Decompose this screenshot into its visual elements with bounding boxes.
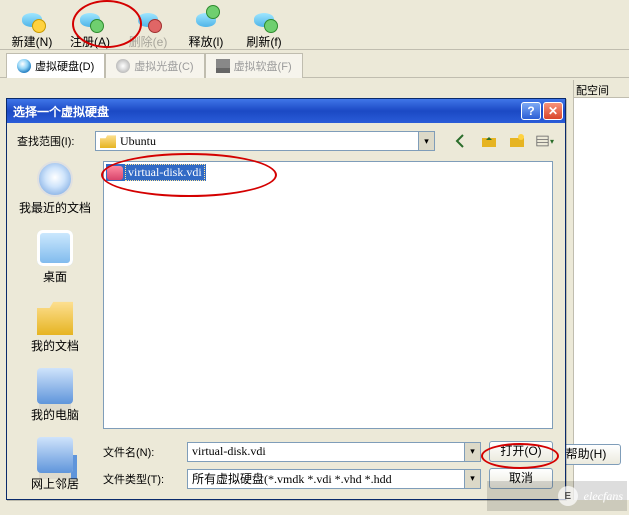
place-label: 我的文档 xyxy=(17,337,93,354)
dialog-bottom: 文件名(N): virtual-disk.vdi 打开(O) 文件类型(T): … xyxy=(103,435,553,489)
place-label: 网上邻居 xyxy=(17,475,93,492)
floppy-icon xyxy=(216,59,230,73)
tab-virtual-optical[interactable]: 虚拟光盘(C) xyxy=(105,53,204,78)
release-button-label: 释放(l) xyxy=(179,33,233,50)
tab-label: 虚拟硬盘(D) xyxy=(35,58,94,74)
arrow-left-icon xyxy=(453,133,469,149)
network-icon xyxy=(37,437,73,473)
tab-label: 虚拟软盘(F) xyxy=(234,58,292,74)
harddisk-icon xyxy=(17,59,31,73)
database-new-icon xyxy=(20,7,44,31)
refresh-button-label: 刷新(f) xyxy=(237,33,291,50)
question-icon: ? xyxy=(527,104,534,118)
refresh-button[interactable]: 刷新(f) xyxy=(236,4,292,49)
filetype-value: 所有虚拟硬盘(*.vmdk *.vdi *.vhd *.hdd xyxy=(192,470,392,487)
open-file-dialog: 选择一个虚拟硬盘 ? ✕ 查找范围(I): Ubuntu xyxy=(6,98,566,500)
filename-label: 文件名(N): xyxy=(103,444,179,460)
main-toolbar: 新建(N) 注册(A) 删除(e) 释放(l) 刷新(f) xyxy=(0,0,629,50)
folder-up-icon xyxy=(481,133,497,149)
place-label: 我的电脑 xyxy=(17,406,93,423)
database-register-icon xyxy=(78,7,102,31)
filetype-label: 文件类型(T): xyxy=(103,471,179,487)
chevron-down-icon[interactable] xyxy=(464,443,480,461)
new-folder-button[interactable] xyxy=(507,131,527,151)
tab-virtual-floppy[interactable]: 虚拟软盘(F) xyxy=(205,53,303,78)
register-button-label: 注册(A) xyxy=(63,33,117,50)
place-recent[interactable]: 我最近的文档 xyxy=(17,161,93,216)
place-mycomputer[interactable]: 我的电脑 xyxy=(17,368,93,423)
dialog-help-button[interactable]: ? xyxy=(521,102,541,120)
delete-button: 删除(e) xyxy=(120,4,176,49)
database-delete-icon xyxy=(136,7,160,31)
place-label: 桌面 xyxy=(17,268,93,285)
view-list-icon xyxy=(536,133,549,149)
lookin-value: Ubuntu xyxy=(120,134,156,149)
lookin-row: 查找范围(I): Ubuntu ▾ xyxy=(17,131,555,151)
media-tabs: 虚拟硬盘(D) 虚拟光盘(C) 虚拟软盘(F) xyxy=(0,50,629,78)
chevron-down-icon: ▾ xyxy=(550,137,554,146)
mycomputer-icon xyxy=(37,368,73,404)
database-refresh-icon xyxy=(252,7,276,31)
lookin-label: 查找范围(I): xyxy=(17,133,89,149)
release-button[interactable]: 释放(l) xyxy=(178,4,234,49)
filetype-combo[interactable]: 所有虚拟硬盘(*.vmdk *.vdi *.vhd *.hdd xyxy=(187,469,481,489)
new-button[interactable]: 新建(N) xyxy=(4,4,60,49)
optical-icon xyxy=(116,59,130,73)
place-label: 我最近的文档 xyxy=(17,199,93,216)
file-item-name: virtual-disk.vdi xyxy=(125,164,205,181)
chevron-down-icon[interactable] xyxy=(464,470,480,488)
place-desktop[interactable]: 桌面 xyxy=(17,230,93,285)
folder-star-icon xyxy=(509,133,525,149)
delete-button-label: 删除(e) xyxy=(121,33,175,50)
folder-icon xyxy=(100,134,116,148)
background-panel: 配空间 xyxy=(573,80,629,500)
lookin-combo[interactable]: Ubuntu xyxy=(95,131,435,151)
tab-label: 虚拟光盘(C) xyxy=(134,58,193,74)
places-bar: 我最近的文档 桌面 我的文档 我的电脑 网上邻居 xyxy=(17,161,93,506)
cancel-button[interactable]: 取消 xyxy=(489,468,553,489)
up-folder-button[interactable] xyxy=(479,131,499,151)
back-button[interactable] xyxy=(451,131,471,151)
dialog-nav-icons: ▾ xyxy=(451,131,555,151)
filename-combo[interactable]: virtual-disk.vdi xyxy=(187,442,481,462)
dialog-title: 选择一个虚拟硬盘 xyxy=(13,103,109,120)
register-button[interactable]: 注册(A) xyxy=(62,4,118,49)
new-button-label: 新建(N) xyxy=(5,33,59,50)
recent-icon xyxy=(37,161,73,197)
file-item[interactable]: virtual-disk.vdi xyxy=(106,164,206,181)
tab-virtual-harddisk[interactable]: 虚拟硬盘(D) xyxy=(6,53,105,78)
view-menu-button[interactable]: ▾ xyxy=(535,131,555,151)
documents-icon xyxy=(37,299,73,335)
dialog-titlebar: 选择一个虚拟硬盘 ? ✕ xyxy=(7,99,565,123)
database-release-icon xyxy=(194,7,218,31)
file-list[interactable]: virtual-disk.vdi xyxy=(103,161,553,429)
dialog-close-button[interactable]: ✕ xyxy=(543,102,563,120)
desktop-icon xyxy=(37,230,73,266)
column-header-space: 配空间 xyxy=(574,80,629,98)
vdi-icon xyxy=(107,166,123,180)
filename-value: virtual-disk.vdi xyxy=(192,444,266,459)
place-documents[interactable]: 我的文档 xyxy=(17,299,93,354)
open-button[interactable]: 打开(O) xyxy=(489,441,553,462)
place-network[interactable]: 网上邻居 xyxy=(17,437,93,492)
close-icon: ✕ xyxy=(548,104,558,118)
chevron-down-icon[interactable] xyxy=(418,132,434,150)
